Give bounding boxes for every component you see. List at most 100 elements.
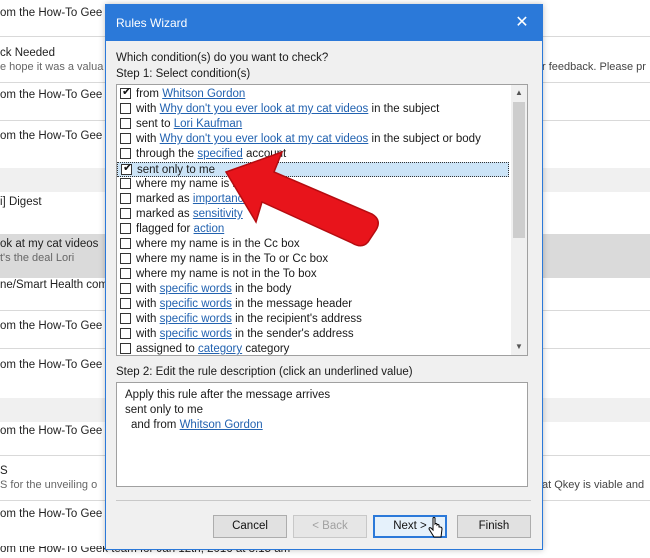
- condition-item[interactable]: where my name is not in the To box: [117, 267, 509, 282]
- check-icon: ✔: [122, 86, 132, 98]
- checkbox[interactable]: [120, 238, 131, 249]
- scrollbar-thumb[interactable]: [513, 102, 525, 238]
- condition-value-link[interactable]: category: [198, 343, 242, 355]
- message-subject: om the How-To Gee: [0, 359, 103, 371]
- condition-value-link[interactable]: Whitson Gordon: [162, 88, 245, 100]
- checkbox-checked[interactable]: ✔: [121, 162, 132, 175]
- description-line: and from Whitson Gordon: [131, 418, 263, 433]
- checkbox[interactable]: [120, 208, 131, 219]
- step1-label: Step 1: Select condition(s): [116, 68, 251, 80]
- mouse-cursor-icon: [428, 517, 443, 538]
- checkbox[interactable]: [120, 193, 131, 204]
- message-subject: ne/Smart Health com: [0, 279, 109, 291]
- condition-item[interactable]: assigned to category category: [117, 342, 509, 355]
- condition-item[interactable]: ✔ from Whitson Gordon: [117, 86, 509, 102]
- checkbox[interactable]: [120, 223, 131, 234]
- condition-text: sent to: [136, 118, 174, 130]
- condition-item[interactable]: with specific words in the sender's addr…: [117, 327, 509, 342]
- condition-text: from: [136, 88, 163, 100]
- condition-label: assigned to category category: [136, 342, 290, 355]
- message-subject: om the How-To Gee: [0, 130, 103, 142]
- dialog-title: Rules Wizard: [116, 16, 188, 30]
- condition-value-link[interactable]: Lori Kaufman: [174, 118, 242, 130]
- condition-item[interactable]: with specific words in the body: [117, 282, 509, 297]
- condition-text: marked as: [136, 193, 193, 205]
- checkbox[interactable]: [120, 313, 131, 324]
- condition-text: with: [136, 298, 160, 310]
- description-line: sent only to me: [125, 404, 203, 416]
- back-button[interactable]: < Back: [293, 515, 367, 538]
- checkbox[interactable]: [120, 283, 131, 294]
- description-line: Apply this rule after the message arrive…: [125, 389, 331, 401]
- condition-label: sent to Lori Kaufman: [136, 117, 242, 132]
- condition-value-link[interactable]: Why don't you ever look at my cat videos: [160, 103, 369, 115]
- condition-value-link[interactable]: specific words: [160, 328, 232, 340]
- condition-text: where my name is in the To or Cc box: [136, 253, 329, 265]
- condition-item[interactable]: sent to Lori Kaufman: [117, 117, 509, 132]
- condition-text: with: [136, 103, 160, 115]
- description-text: and from: [131, 419, 180, 431]
- condition-text: sent only to me: [137, 164, 215, 176]
- message-preview: t's the deal Lori: [0, 252, 75, 264]
- condition-text: marked as: [136, 208, 193, 220]
- condition-value-link[interactable]: action: [194, 223, 225, 235]
- checkbox[interactable]: [120, 328, 131, 339]
- condition-text: with: [136, 328, 160, 340]
- condition-text: with: [136, 133, 160, 145]
- condition-item[interactable]: where my name is in the To or Cc box: [117, 252, 509, 267]
- step2-label: Step 2: Edit the rule description (click…: [116, 366, 413, 378]
- cancel-button[interactable]: Cancel: [213, 515, 287, 538]
- checkbox[interactable]: [120, 133, 131, 144]
- condition-item[interactable]: with specific words in the message heade…: [117, 297, 509, 312]
- message-preview-right: at Qkey is viable and: [542, 479, 645, 491]
- checkbox[interactable]: [120, 118, 131, 129]
- checkbox[interactable]: [120, 103, 131, 114]
- condition-text: through the: [136, 148, 198, 160]
- message-preview: S for the unveiling o: [0, 479, 98, 491]
- checkbox[interactable]: [120, 268, 131, 279]
- condition-label: with specific words in the sender's addr…: [136, 327, 354, 342]
- condition-label: from Whitson Gordon: [136, 87, 245, 102]
- message-subject: om the How-To Gee: [0, 320, 103, 332]
- condition-text: with: [136, 313, 160, 325]
- condition-value-link[interactable]: Why don't you ever look at my cat videos: [160, 133, 369, 145]
- condition-label: flagged for action: [136, 222, 224, 237]
- checkbox[interactable]: [120, 148, 131, 159]
- scroll-up-icon[interactable]: ▲: [511, 85, 527, 101]
- checkbox[interactable]: [120, 298, 131, 309]
- condition-label: sent only to me: [137, 163, 215, 178]
- condition-label: with specific words in the message heade…: [136, 297, 352, 312]
- checkbox[interactable]: [120, 178, 131, 189]
- condition-label: where my name is not in the To box: [136, 267, 317, 282]
- condition-value-link[interactable]: specific words: [160, 298, 232, 310]
- condition-label: with Why don't you ever look at my cat v…: [136, 132, 481, 147]
- condition-text: assigned to: [136, 343, 199, 355]
- dialog-title-bar[interactable]: Rules Wizard ✕: [106, 5, 542, 41]
- condition-text: where my name is not in the To box: [136, 268, 317, 280]
- message-subject: om the How-To Gee: [0, 7, 103, 19]
- condition-text: in the subject or body: [368, 133, 481, 145]
- rules-wizard-dialog: Rules Wizard ✕ Which condition(s) do you…: [105, 4, 543, 550]
- finish-button[interactable]: Finish: [457, 515, 531, 538]
- checkbox[interactable]: [120, 253, 131, 264]
- condition-value-link[interactable]: specific words: [160, 283, 232, 295]
- condition-label: where my name is in the To or Cc box: [136, 252, 328, 267]
- message-subject: om the How-To Gee: [0, 425, 103, 437]
- condition-text: in the sender's address: [231, 328, 354, 340]
- message-subject: S: [0, 465, 8, 477]
- condition-item[interactable]: with Why don't you ever look at my cat v…: [117, 102, 509, 117]
- red-arrow-icon: [224, 150, 379, 247]
- close-icon[interactable]: ✕: [502, 5, 542, 41]
- condition-item[interactable]: with Why don't you ever look at my cat v…: [117, 132, 509, 147]
- checkbox[interactable]: [120, 343, 131, 354]
- scroll-down-icon[interactable]: ▼: [511, 339, 527, 355]
- question-label: Which condition(s) do you want to check?: [116, 52, 329, 64]
- divider: [116, 500, 531, 501]
- conditions-scrollbar[interactable]: ▲ ▼: [511, 85, 527, 355]
- condition-item[interactable]: with specific words in the recipient's a…: [117, 312, 509, 327]
- condition-value-link[interactable]: specific words: [160, 313, 232, 325]
- condition-text: in the body: [231, 283, 292, 295]
- sender-link[interactable]: Whitson Gordon: [180, 419, 263, 431]
- checkbox-checked[interactable]: ✔: [120, 86, 132, 99]
- condition-text: category: [242, 343, 290, 355]
